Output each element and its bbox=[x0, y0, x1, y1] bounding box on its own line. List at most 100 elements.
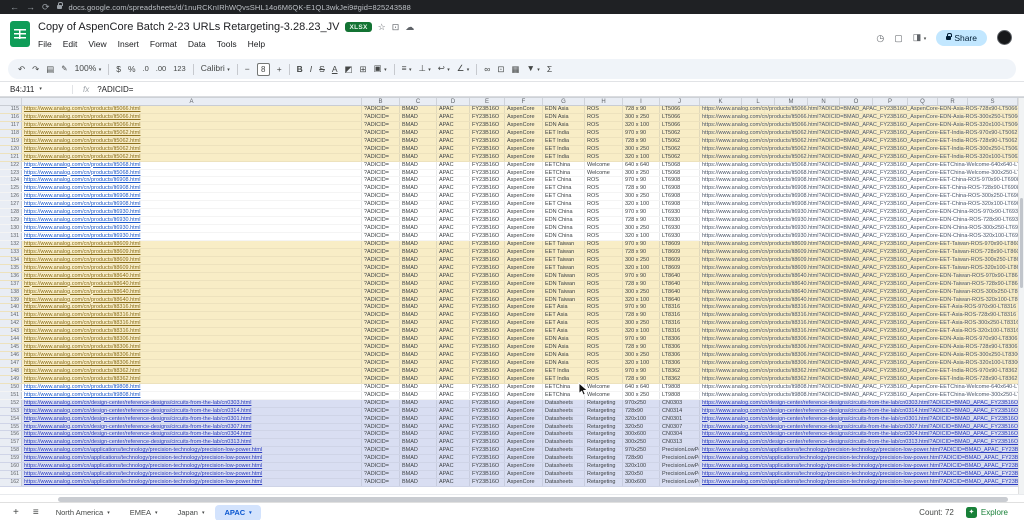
cell-adicid[interactable]: ?ADICID= bbox=[362, 249, 400, 256]
cell-campaign[interactable]: FY23B16O bbox=[470, 431, 505, 438]
cell-brand[interactable]: AspenCore bbox=[505, 463, 543, 470]
cell-adicid[interactable]: ?ADICID= bbox=[362, 304, 400, 311]
row-header[interactable]: 159 bbox=[0, 455, 22, 462]
cell-adicid[interactable]: ?ADICID= bbox=[362, 154, 400, 161]
row-header[interactable]: 148 bbox=[0, 368, 22, 375]
filter-icon[interactable]: ▼ ▾ bbox=[527, 59, 540, 79]
cell-publication[interactable]: Datasheets bbox=[543, 416, 585, 423]
cell-campaign[interactable]: FY23B16O bbox=[470, 146, 505, 153]
horizontal-scrollbar[interactable] bbox=[0, 494, 1024, 502]
cell-publication[interactable]: EET Asia bbox=[543, 304, 585, 311]
column-header-M[interactable]: M bbox=[775, 98, 808, 105]
cell-bmad[interactable]: BMAD bbox=[400, 233, 437, 240]
cell-publication[interactable]: EDN Taiwan bbox=[543, 281, 585, 288]
row-header[interactable]: 129 bbox=[0, 217, 22, 224]
cell-campaign[interactable]: FY23B16O bbox=[470, 352, 505, 359]
menu-help[interactable]: Help bbox=[248, 39, 265, 49]
document-title[interactable]: Copy of AspenCore Batch 2-23 URLs Retarg… bbox=[38, 21, 339, 33]
cell-url[interactable]: https://www.analog.com/cn/products/lt690… bbox=[22, 193, 362, 200]
cell-full-tracking-url[interactable]: https://www.analog.com/cn/products/lt506… bbox=[700, 170, 1024, 177]
cell-campaign[interactable]: FY23B16O bbox=[470, 447, 505, 454]
cell-adicid[interactable]: ?ADICID= bbox=[362, 400, 400, 407]
cell-url[interactable]: https://www.analog.com/cn/products/lt860… bbox=[22, 241, 362, 248]
cell-campaign[interactable]: FY23B16O bbox=[470, 320, 505, 327]
cell-ad-size[interactable]: 728 x 90 bbox=[623, 185, 660, 192]
cell-publication[interactable]: EET Asia bbox=[543, 328, 585, 335]
cell-url[interactable]: https://www.analog.com/cn/products/lt693… bbox=[22, 233, 362, 240]
cell-ad-size[interactable]: 970 x 90 bbox=[623, 209, 660, 216]
cell-brand[interactable]: AspenCore bbox=[505, 138, 543, 145]
cell-code[interactable]: PrecisionLowPower bbox=[660, 471, 700, 478]
cell-region[interactable]: APAC bbox=[437, 193, 470, 200]
cell-brand[interactable]: AspenCore bbox=[505, 439, 543, 446]
cell-placement[interactable]: Retargeting bbox=[585, 408, 623, 415]
cell-url[interactable]: https://www.analog.com/cn/products/lt831… bbox=[22, 304, 362, 311]
cell-ad-size[interactable]: 320x50 bbox=[623, 424, 660, 431]
cell-region[interactable]: APAC bbox=[437, 225, 470, 232]
row-header[interactable]: 137 bbox=[0, 281, 22, 288]
cell-url[interactable]: https://www.analog.com/cn/products/lt831… bbox=[22, 320, 362, 327]
cell-publication[interactable]: Datasheets bbox=[543, 447, 585, 454]
cell-ad-size[interactable]: 320 x 100 bbox=[623, 360, 660, 367]
cell-bmad[interactable]: BMAD bbox=[400, 122, 437, 129]
cell-code[interactable]: LT8640 bbox=[660, 297, 700, 304]
cell-code[interactable]: LT6908 bbox=[660, 185, 700, 192]
cell-brand[interactable]: AspenCore bbox=[505, 249, 543, 256]
column-header-G[interactable]: G bbox=[543, 98, 585, 105]
cell-adicid[interactable]: ?ADICID= bbox=[362, 289, 400, 296]
cell-region[interactable]: APAC bbox=[437, 106, 470, 113]
cell-code[interactable]: LT8306 bbox=[660, 352, 700, 359]
merge-cells-icon[interactable]: ▣ ▾ bbox=[374, 59, 387, 79]
cell-url[interactable]: https://www.analog.com/cn/products/lt506… bbox=[22, 154, 362, 161]
cell-placement[interactable]: ROS bbox=[585, 106, 623, 113]
cell-full-tracking-url[interactable]: https://www.analog.com/cn/applications/t… bbox=[700, 471, 1024, 478]
cell-campaign[interactable]: FY23B16O bbox=[470, 368, 505, 375]
cell-campaign[interactable]: FY23B16O bbox=[470, 273, 505, 280]
cell-code[interactable]: LT8609 bbox=[660, 265, 700, 272]
cell-placement[interactable]: ROS bbox=[585, 114, 623, 121]
cell-region[interactable]: APAC bbox=[437, 368, 470, 375]
cell-full-tracking-url[interactable]: https://www.analog.com/cn/products/lt690… bbox=[700, 193, 1024, 200]
cell-url[interactable]: https://www.analog.com/cn/design-center/… bbox=[22, 416, 362, 423]
cell-region[interactable]: APAC bbox=[437, 257, 470, 264]
cell-campaign[interactable]: FY23B16O bbox=[470, 170, 505, 177]
cell-placement[interactable]: Welcome bbox=[585, 392, 623, 399]
cell-region[interactable]: APAC bbox=[437, 439, 470, 446]
cell-publication[interactable]: EDN Asia bbox=[543, 336, 585, 343]
vertical-scrollbar[interactable] bbox=[1018, 98, 1024, 494]
cell-bmad[interactable]: BMAD bbox=[400, 479, 437, 486]
cell-adicid[interactable]: ?ADICID= bbox=[362, 328, 400, 335]
cell-bmad[interactable]: BMAD bbox=[400, 297, 437, 304]
cell-publication[interactable]: EDN China bbox=[543, 217, 585, 224]
functions-icon[interactable]: Σ bbox=[547, 60, 552, 78]
row-header[interactable]: 151 bbox=[0, 392, 22, 399]
cell-ad-size[interactable]: 320 x 100 bbox=[623, 201, 660, 208]
cell-ad-size[interactable]: 728 x 90 bbox=[623, 138, 660, 145]
cell-placement[interactable]: ROS bbox=[585, 312, 623, 319]
cell-brand[interactable]: AspenCore bbox=[505, 312, 543, 319]
row-header[interactable]: 162 bbox=[0, 479, 22, 486]
cell-ad-size[interactable]: 320x100 bbox=[623, 416, 660, 423]
cell-brand[interactable]: AspenCore bbox=[505, 455, 543, 462]
decrease-decimal-icon[interactable]: .0 bbox=[143, 60, 149, 78]
cell-ad-size[interactable]: 970 x 90 bbox=[623, 241, 660, 248]
cell-publication[interactable]: EET Taiwan bbox=[543, 257, 585, 264]
cell-bmad[interactable]: BMAD bbox=[400, 177, 437, 184]
cell-adicid[interactable]: ?ADICID= bbox=[362, 273, 400, 280]
cell-ad-size[interactable]: 300 x 250 bbox=[623, 257, 660, 264]
cell-url[interactable]: https://www.analog.com/cn/products/lt864… bbox=[22, 273, 362, 280]
cell-placement[interactable]: Retargeting bbox=[585, 471, 623, 478]
cell-campaign[interactable]: FY23B16O bbox=[470, 479, 505, 486]
cell-brand[interactable]: AspenCore bbox=[505, 273, 543, 280]
row-header[interactable]: 152 bbox=[0, 400, 22, 407]
column-header-I[interactable]: I bbox=[623, 98, 660, 105]
cell-url[interactable]: https://www.analog.com/cn/products/lt690… bbox=[22, 177, 362, 184]
cell-placement[interactable]: ROS bbox=[585, 138, 623, 145]
row-header[interactable]: 138 bbox=[0, 289, 22, 296]
cell-adicid[interactable]: ?ADICID= bbox=[362, 185, 400, 192]
cell-region[interactable]: APAC bbox=[437, 376, 470, 383]
insert-link-icon[interactable]: ∞ bbox=[484, 60, 490, 78]
cell-campaign[interactable]: FY23B16O bbox=[470, 217, 505, 224]
cell-campaign[interactable]: FY23B16O bbox=[470, 193, 505, 200]
browser-back-icon[interactable]: ← bbox=[10, 0, 19, 14]
